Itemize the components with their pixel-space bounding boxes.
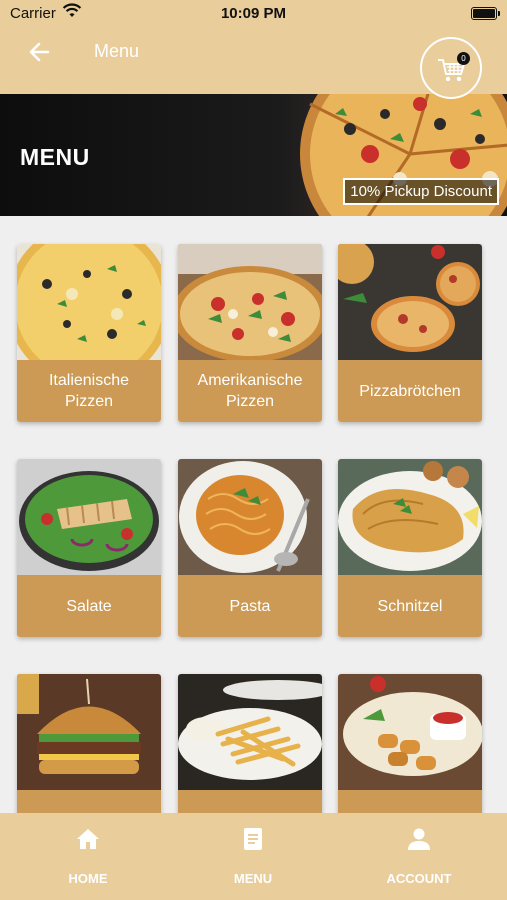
pommes-image (178, 674, 322, 790)
account-icon (408, 828, 430, 850)
salat-image (17, 459, 161, 575)
schnitzel-image (338, 459, 482, 575)
category-label: Pasta (178, 575, 322, 637)
nav-home[interactable]: HOME (28, 813, 148, 900)
cart-button[interactable]: 0 (420, 37, 482, 99)
nuggets-image (338, 674, 482, 790)
pizzabroetchen-image (338, 244, 482, 360)
category-label (178, 790, 322, 813)
nav-account-label: ACCOUNT (386, 871, 452, 886)
category-card-italienische-pizzen[interactable]: Italienische Pizzen (17, 244, 161, 422)
category-label: Salate (17, 575, 161, 637)
burger-image (17, 674, 161, 790)
bottom-navigation: HOME MENU ACCOUNT (0, 813, 507, 900)
battery-icon (471, 7, 500, 20)
category-card-nuggets[interactable] (338, 674, 482, 813)
menu-icon (244, 828, 262, 850)
nav-menu[interactable]: MENU (193, 813, 313, 900)
home-icon (77, 829, 99, 849)
banner-title: MENU (20, 144, 90, 170)
italienische-pizza-image (17, 244, 161, 360)
category-card-amerikanische-pizzen[interactable]: Amerikanische Pizzen (178, 244, 322, 422)
category-card-schnitzel[interactable]: Schnitzel (338, 459, 482, 637)
category-label: Pizzabrötchen (338, 360, 482, 422)
category-label: Schnitzel (338, 575, 482, 637)
back-arrow-icon[interactable] (26, 38, 54, 66)
category-card-pizzabroetchen[interactable]: Pizzabrötchen (338, 244, 482, 422)
amerikanische-pizza-image (178, 244, 322, 360)
nav-menu-label: MENU (233, 871, 273, 886)
nav-account[interactable]: ACCOUNT (359, 813, 479, 900)
category-label (17, 790, 161, 813)
category-label: Amerikanische Pizzen (178, 360, 322, 422)
pasta-image (178, 459, 322, 575)
status-bar: Carrier 10:09 PM (0, 0, 507, 30)
pickup-discount-badge[interactable]: 10% Pickup Discount (343, 178, 499, 205)
page-title: Menu (94, 41, 140, 61)
nav-home-label: HOME (68, 871, 108, 886)
clock: 10:09 PM (220, 5, 287, 22)
category-label: Italienische Pizzen (17, 360, 161, 422)
menu-banner: MENU 10% Pickup Discount (0, 94, 507, 216)
category-card-burger[interactable] (17, 674, 161, 813)
category-card-pasta[interactable]: Pasta (178, 459, 322, 637)
category-card-salate[interactable]: Salate (17, 459, 161, 637)
category-card-pommes[interactable] (178, 674, 322, 813)
cart-count-badge: 0 (457, 52, 470, 65)
category-label (338, 790, 482, 813)
category-grid: Italienische Pizzen Amerikanische Pizzen (0, 230, 507, 813)
